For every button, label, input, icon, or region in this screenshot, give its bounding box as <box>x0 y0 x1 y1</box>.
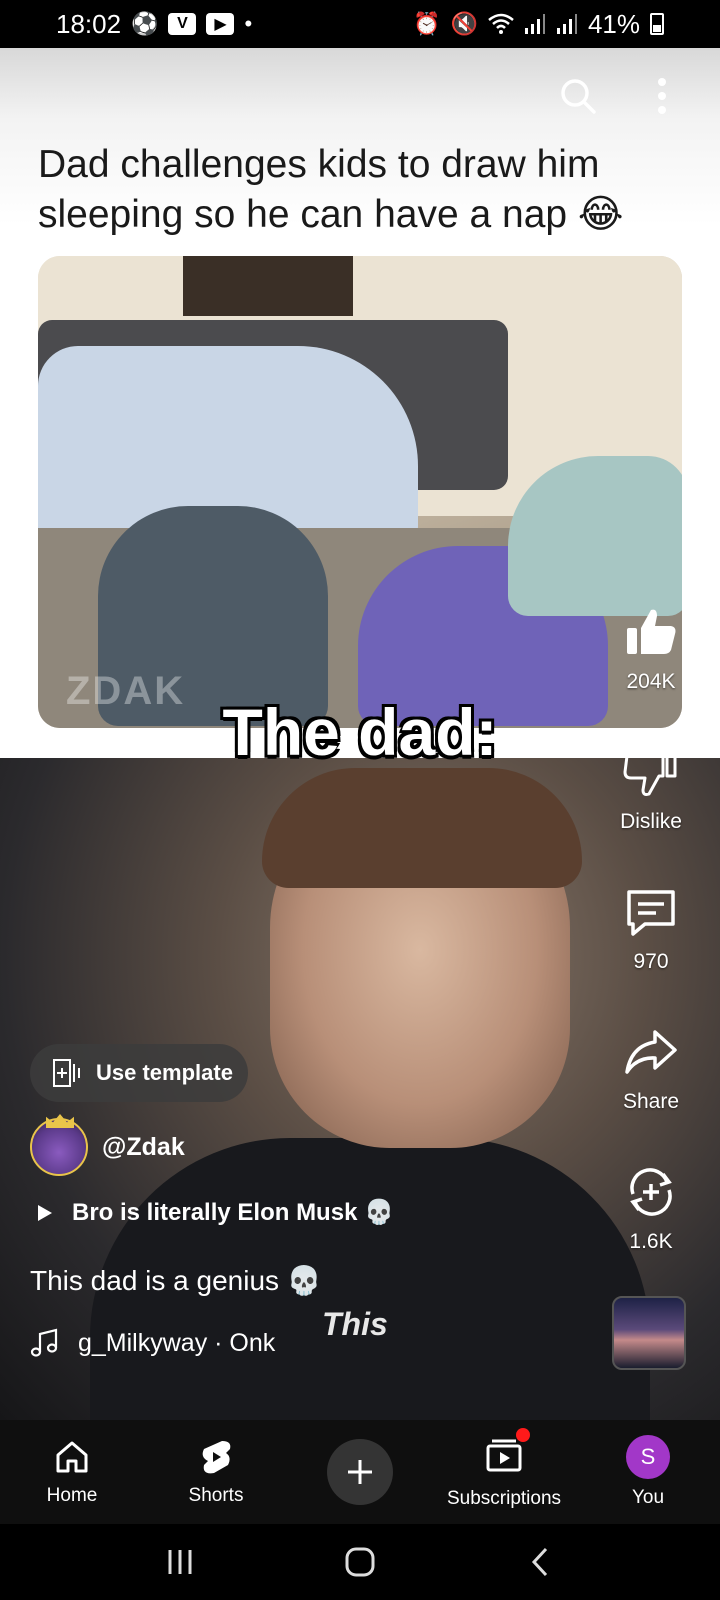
status-bar: 18:02 ⚽ V ▶ • ⏰ 🔇 41% <box>0 0 720 48</box>
like-button[interactable]: 204K <box>623 604 679 744</box>
v-app-icon: V <box>168 13 197 35</box>
nav-you-label: You <box>631 1487 665 1508</box>
video-title: Dad challenges kids to draw him sleeping… <box>38 143 624 236</box>
nav-subscriptions-label: Subscriptions <box>446 1488 562 1509</box>
video-subtitle: This <box>322 1306 388 1342</box>
dislike-button[interactable]: Dislike <box>620 744 682 884</box>
avatar: S <box>626 1435 670 1479</box>
nav-home-label: Home <box>46 1485 98 1506</box>
dot-icon: • <box>244 11 253 36</box>
sound-link[interactable]: g_Milkyway · Onk <box>30 1328 275 1358</box>
thumbs-up-icon <box>627 609 676 654</box>
more-options-icon[interactable] <box>640 74 684 118</box>
nav-you[interactable]: S You <box>576 1420 720 1524</box>
person-hair <box>262 768 582 888</box>
battery-icon <box>650 13 664 35</box>
home-button-icon[interactable] <box>338 1540 382 1584</box>
template-icon <box>53 1059 80 1087</box>
share-icon <box>625 1030 677 1074</box>
top-actions <box>556 74 684 118</box>
use-template-label: Use template <box>96 1060 233 1085</box>
nav-shorts[interactable]: Shorts <box>144 1420 288 1524</box>
comment-count: 970 <box>633 950 669 973</box>
system-nav-bar <box>0 1524 720 1600</box>
shorts-icon <box>202 1441 231 1474</box>
soccer-ball-icon: ⚽ <box>131 11 159 36</box>
remix-count: 1.6K <box>629 1230 673 1253</box>
subscriptions-icon-wrap <box>484 1428 530 1480</box>
action-rail: 204K Dislike 970 Share 1.6K <box>596 604 706 1304</box>
home-icon <box>56 1441 88 1473</box>
remix-button[interactable]: 1.6K <box>623 1164 679 1304</box>
sound-name: g_Milkyway · Onk <box>78 1328 276 1357</box>
channel-avatar[interactable] <box>30 1118 88 1176</box>
video-caption[interactable]: This dad is a genius 💀 <box>30 1264 322 1297</box>
share-label: Share <box>622 1090 680 1113</box>
status-right: ⏰ 🔇 41% <box>413 9 664 40</box>
plus-icon <box>348 1460 372 1484</box>
bottom-nav: Home Shorts Subscriptions S You <box>0 1420 720 1524</box>
notification-dot <box>516 1428 530 1442</box>
comment-icon <box>627 890 675 936</box>
use-template-button[interactable]: Use template <box>30 1044 248 1102</box>
channel-name[interactable]: @Zdak <box>102 1133 185 1162</box>
share-button[interactable]: Share <box>623 1024 679 1164</box>
youtube-icon: ▶ <box>206 13 235 35</box>
related-video-link[interactable]: Bro is literally Elon Musk 💀 <box>36 1198 394 1227</box>
search-icon[interactable] <box>556 74 600 118</box>
related-video-title: Bro is literally Elon Musk 💀 <box>72 1199 394 1226</box>
channel-row[interactable]: @Zdak <box>30 1118 185 1176</box>
mute-icon: 🔇 <box>450 11 478 36</box>
status-time: 18:02 <box>56 8 122 39</box>
remix-icon <box>630 1168 672 1216</box>
photo-shelf <box>183 256 353 316</box>
create-button[interactable] <box>327 1439 393 1505</box>
recent-apps-icon[interactable] <box>158 1540 202 1584</box>
battery-percent: 41% <box>587 8 640 39</box>
video-photo: ZDAK <box>38 256 682 728</box>
nav-subscriptions[interactable]: Subscriptions <box>432 1420 576 1524</box>
thumbs-down-icon <box>623 748 677 796</box>
nav-shorts-label: Shorts <box>188 1485 244 1506</box>
wifi-icon <box>488 13 514 35</box>
play-icon <box>38 1204 52 1221</box>
sound-thumbnail[interactable] <box>612 1296 686 1370</box>
back-icon[interactable] <box>518 1540 562 1584</box>
signal-icon <box>524 13 546 35</box>
nav-home[interactable]: Home <box>0 1420 144 1524</box>
music-note-icon <box>30 1328 58 1357</box>
status-left: 18:02 ⚽ V ▶ • <box>56 9 252 40</box>
comments-button[interactable]: 970 <box>623 884 679 1024</box>
nav-create[interactable] <box>288 1420 432 1524</box>
alarm-icon: ⏰ <box>413 11 441 36</box>
signal-icon <box>556 13 578 35</box>
like-count: 204K <box>626 670 676 693</box>
dislike-label: Dislike <box>620 810 682 833</box>
